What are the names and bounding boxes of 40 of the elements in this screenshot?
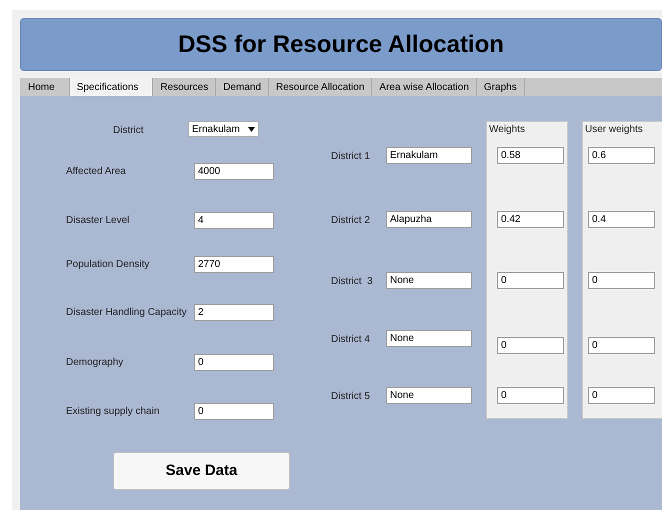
field-label: Disaster Level (66, 214, 130, 228)
input-field[interactable]: 2770 (194, 256, 274, 273)
input-field[interactable]: 0 (588, 337, 655, 354)
input-field[interactable]: Ernakulam (386, 147, 472, 164)
field-label: Population Density (66, 258, 150, 272)
input-field[interactable]: 0.4 (588, 211, 655, 228)
field-label: Disaster Handling Capacity (66, 306, 187, 320)
input-field[interactable]: None (386, 272, 472, 289)
input-field[interactable]: 0 (194, 403, 274, 420)
dropdown[interactable]: Ernakulam (188, 121, 259, 137)
input-field[interactable]: 0 (497, 337, 564, 354)
field-label: District (113, 124, 144, 138)
input-field[interactable]: 0.58 (497, 147, 564, 164)
input-field[interactable]: 0 (497, 387, 564, 404)
input-field[interactable]: 2 (194, 304, 274, 321)
caret-icon (248, 126, 255, 132)
district-label: District 4 (331, 333, 370, 347)
input-field[interactable]: Alapuzha (386, 211, 472, 228)
input-field[interactable]: 4000 (194, 163, 274, 180)
input-field[interactable]: None (386, 387, 472, 404)
district-label: District 1 (331, 150, 370, 164)
save-button[interactable]: Save Data (113, 452, 290, 490)
input-field[interactable]: 4 (194, 212, 274, 229)
field-label: Demography (66, 356, 124, 370)
panel-title: User weights (585, 123, 643, 137)
input-field[interactable]: 0 (588, 387, 655, 404)
input-field[interactable]: None (386, 330, 472, 347)
input-field[interactable]: 0.42 (497, 211, 564, 228)
district-label: District 5 (331, 390, 370, 404)
district-label: District 2 (331, 214, 370, 228)
input-field[interactable]: 0 (497, 272, 564, 289)
input-field[interactable]: 0.6 (588, 147, 655, 164)
field-label: Affected Area (66, 165, 126, 179)
input-field[interactable]: 0 (588, 272, 655, 289)
field-label: Existing supply chain (66, 405, 160, 419)
tab[interactable]: Specifications (70, 78, 154, 96)
window-title: DSS for Resource Allocation (178, 30, 504, 60)
panel-title: Weights (489, 123, 525, 137)
input-field[interactable]: 0 (194, 354, 274, 371)
district-label: District 3 (331, 275, 373, 289)
